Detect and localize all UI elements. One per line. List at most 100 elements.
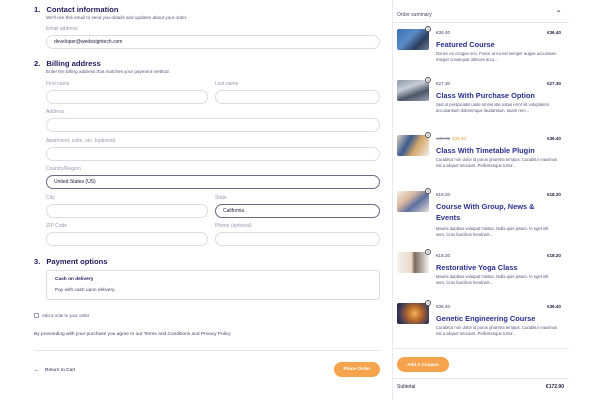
order-item: 1 €18.20 Course With Group, News & Event… bbox=[397, 188, 565, 247]
item-title[interactable]: Restorative Yoga Class bbox=[436, 262, 556, 273]
order-note-label: Add a note to your order bbox=[42, 313, 90, 318]
checkout-page: 1. Contact information We'll use this ema… bbox=[0, 0, 600, 400]
item-desc: Mauris dapibus volutpat massa. Nulla qui… bbox=[436, 226, 549, 237]
address-field[interactable] bbox=[46, 118, 380, 132]
payment-method-title: Cash on delivery bbox=[55, 277, 94, 282]
price-value: €18.20 bbox=[436, 253, 451, 258]
item-total: €36.40 bbox=[546, 30, 561, 35]
item-total: €36.40 bbox=[546, 136, 561, 141]
quantity-badge: 1 bbox=[425, 300, 431, 306]
phone-field[interactable] bbox=[215, 232, 380, 246]
item-price: €27.30 bbox=[436, 81, 450, 86]
zip-field[interactable] bbox=[46, 232, 208, 246]
add-coupon-button[interactable]: Add A Coupon bbox=[397, 357, 449, 372]
order-item: 1 €36.40 Genetic Engineering Course Cura… bbox=[397, 300, 565, 359]
payment-section-title: 3. Payment options bbox=[34, 257, 108, 266]
item-price: €36.40 bbox=[436, 304, 450, 309]
course-thumbnail bbox=[397, 29, 429, 50]
chevron-up-icon[interactable]: ⌃ bbox=[555, 9, 562, 18]
item-price: €40.95 €36.40 bbox=[436, 136, 466, 141]
old-price: €40.95 bbox=[436, 136, 451, 141]
return-to-cart-link[interactable]: ← Return to Cart bbox=[34, 367, 75, 373]
item-desc: Mauris dapibus volutpat massa. Nulla qui… bbox=[436, 274, 549, 285]
billing-section-title: 2. Billing address bbox=[34, 59, 101, 68]
payment-method-option[interactable]: Cash on delivery Pay with cash upon deli… bbox=[46, 270, 380, 300]
item-title[interactable]: Genetic Engineering Course bbox=[436, 313, 556, 324]
city-field[interactable] bbox=[46, 204, 208, 218]
quantity-badge: 1 bbox=[425, 77, 431, 83]
first-name-label: First name bbox=[46, 81, 70, 87]
item-desc: Curabitur non dolor id purus pharetra te… bbox=[436, 157, 558, 168]
order-summary-title: Order summary bbox=[397, 12, 432, 18]
state-label: State bbox=[215, 195, 227, 201]
place-order-button[interactable]: Place Order bbox=[334, 362, 380, 377]
last-name-label: Last name bbox=[215, 81, 239, 87]
city-label: City bbox=[46, 195, 55, 201]
zip-label: ZIP Code bbox=[46, 223, 68, 229]
subtotal-value: €172.90 bbox=[545, 384, 564, 390]
state-select[interactable]: California bbox=[215, 204, 380, 218]
quantity-badge: 1 bbox=[425, 188, 431, 194]
address-label: Address bbox=[46, 109, 65, 115]
item-total: €18.20 bbox=[546, 253, 561, 258]
course-thumbnail bbox=[397, 303, 429, 324]
order-item: 1 €27.30 Class With Purchase Option Sed … bbox=[397, 77, 565, 136]
item-desc: Sed ut perspiciatis unde omnis iste natu… bbox=[436, 102, 550, 113]
course-thumbnail bbox=[397, 252, 429, 273]
item-price: €18.20 bbox=[436, 192, 450, 197]
quantity-badge: 1 bbox=[425, 26, 431, 32]
section-title-text: Contact information bbox=[46, 5, 119, 14]
quantity-badge: 1 bbox=[425, 132, 431, 138]
item-price: €36.40 bbox=[436, 30, 450, 35]
summary-divider bbox=[393, 378, 569, 379]
item-title[interactable]: Class With Timetable Plugin bbox=[436, 145, 556, 156]
billing-section-desc: Enter the billing address that matches y… bbox=[46, 69, 170, 74]
email-label: Email address bbox=[46, 26, 78, 32]
item-desc: Curabitur non dolor id purus pharetra te… bbox=[436, 325, 558, 336]
form-divider bbox=[34, 350, 380, 351]
order-note-toggle[interactable]: Add a note to your order bbox=[34, 313, 89, 318]
item-total: €27.30 bbox=[546, 81, 561, 86]
course-thumbnail bbox=[397, 80, 429, 101]
item-title[interactable]: Course With Group, News & Events bbox=[436, 201, 556, 223]
price-value: €36.40 bbox=[436, 304, 451, 309]
email-field[interactable]: developer@wedesigntech.com bbox=[46, 35, 380, 49]
section-title-text: Billing address bbox=[46, 59, 101, 68]
course-thumbnail bbox=[397, 135, 429, 156]
order-summary: Order summary ⌃ 1 €36.40 Featured Course… bbox=[392, 0, 569, 400]
payment-method-desc: Pay with cash upon delivery. bbox=[55, 288, 116, 293]
order-note-checkbox[interactable] bbox=[34, 313, 39, 318]
order-item: 1 €40.95 €36.40 Class With Timetable Plug… bbox=[397, 132, 565, 191]
item-title[interactable]: Class With Purchase Option bbox=[436, 90, 556, 101]
price-value: €18.20 bbox=[436, 192, 451, 197]
summary-divider bbox=[393, 22, 569, 23]
order-item: 1 €18.20 Restorative Yoga Class Mauris d… bbox=[397, 249, 565, 308]
apartment-label: Apartment, suite, etc. (optional) bbox=[46, 138, 116, 144]
contact-section-title: 1. Contact information bbox=[34, 5, 118, 14]
section-number: 3. bbox=[34, 257, 41, 266]
summary-divider bbox=[393, 348, 569, 349]
item-total: €18.20 bbox=[546, 192, 561, 197]
section-title-text: Payment options bbox=[46, 257, 108, 266]
item-total: €36.40 bbox=[546, 304, 561, 309]
phone-label: Phone (optional) bbox=[215, 223, 252, 229]
quantity-badge: 1 bbox=[425, 249, 431, 255]
country-label: Country/Region bbox=[46, 166, 81, 172]
price-value: €27.30 bbox=[436, 81, 451, 86]
subtotal-label: Subtotal bbox=[397, 384, 416, 390]
first-name-field[interactable] bbox=[46, 90, 208, 104]
apartment-field[interactable] bbox=[46, 147, 380, 161]
item-desc: Donec eu congue orci. Fusce ut eu est se… bbox=[436, 51, 558, 62]
country-select[interactable]: United States (US) bbox=[46, 175, 380, 189]
contact-section-desc: We'll use this email to send you details… bbox=[46, 15, 188, 20]
checkout-form: 1. Contact information We'll use this ema… bbox=[34, 0, 380, 400]
order-item: 1 €36.40 Featured Course Donec eu congue… bbox=[397, 26, 565, 85]
item-title[interactable]: Featured Course bbox=[436, 39, 556, 50]
price-value: €36.40 bbox=[436, 30, 451, 35]
section-number: 2. bbox=[34, 59, 41, 68]
course-thumbnail bbox=[397, 191, 429, 212]
sale-price: €36.40 bbox=[452, 136, 467, 141]
terms-text: By proceeding with your purchase you agr… bbox=[34, 332, 231, 337]
section-number: 1. bbox=[34, 5, 41, 14]
last-name-field[interactable] bbox=[215, 90, 380, 104]
